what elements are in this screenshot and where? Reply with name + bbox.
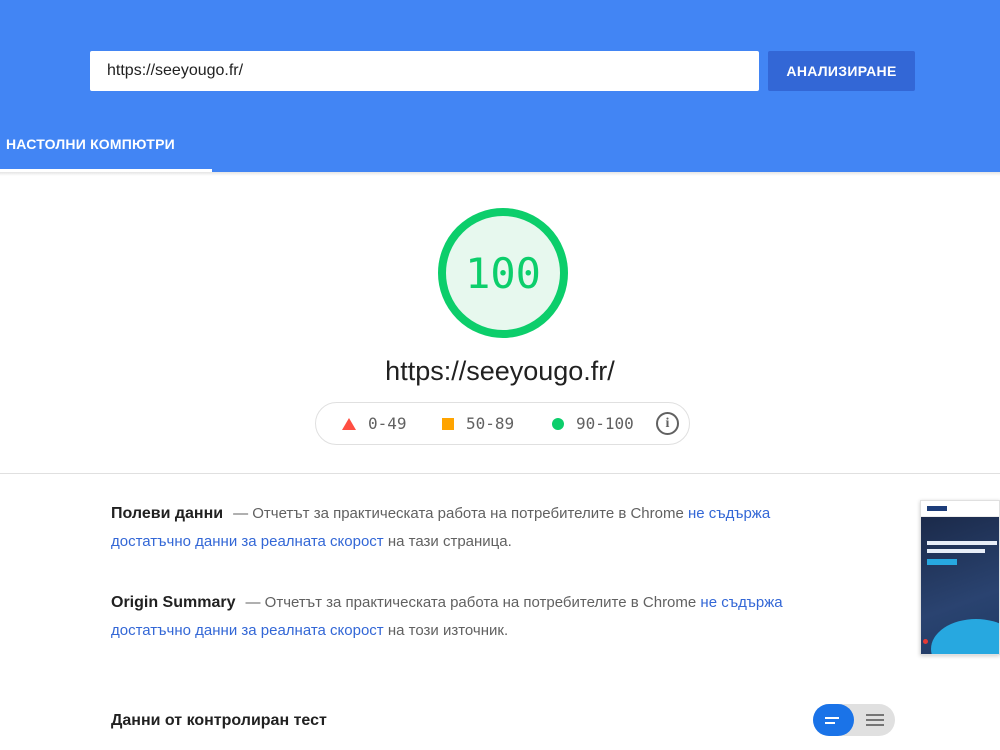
thumbnail-heading-line xyxy=(927,549,985,553)
field-data-text: — Отчетът за практическата работа на пот… xyxy=(233,505,688,522)
legend-item-average: 50-89 xyxy=(442,403,514,444)
field-data-title: Полеви данни xyxy=(111,505,224,522)
analyze-button[interactable]: АНАЛИЗИРАНЕ xyxy=(768,51,915,91)
origin-summary-text-end: на този източник. xyxy=(383,622,509,639)
legend-item-fail: 0-49 xyxy=(342,403,407,444)
lab-data-title: Данни от контролиран тест xyxy=(111,712,327,729)
tested-url: https://seeyougo.fr/ xyxy=(385,356,615,386)
compact-view-icon[interactable] xyxy=(813,704,854,736)
legend-label-average: 50-89 xyxy=(466,414,515,433)
list-view-icon[interactable] xyxy=(854,704,895,736)
origin-summary-title: Origin Summary xyxy=(111,594,236,611)
view-toggle xyxy=(813,704,895,736)
tab-desktop-label: НАСТОЛНИ КОМПЮТРИ xyxy=(6,136,175,152)
thumbnail-accent xyxy=(923,639,928,644)
thumbnail-heading xyxy=(927,541,997,545)
section-divider xyxy=(0,473,1000,474)
thumbnail-logo xyxy=(927,506,947,511)
header-bar: АНАЛИЗИРАНЕ НАСТОЛНИ КОМПЮТРИ xyxy=(0,0,1000,172)
legend-label-pass: 90-100 xyxy=(576,414,634,433)
field-data-text-end: на тази страница. xyxy=(383,533,512,550)
origin-summary-section: Origin Summary — Отчетът за практическата… xyxy=(111,589,841,645)
thumbnail-cta xyxy=(927,559,957,565)
score-legend: 0-49 50-89 90-100 i xyxy=(315,402,690,445)
square-icon xyxy=(442,417,454,430)
legend-label-fail: 0-49 xyxy=(368,414,407,433)
origin-summary-text: — Отчетът за практическата работа на пот… xyxy=(245,594,701,611)
page-screenshot-thumbnail xyxy=(920,500,1000,655)
header-shadow xyxy=(0,172,1000,176)
performance-score: 100 xyxy=(465,248,541,298)
tab-desktop[interactable]: НАСТОЛНИ КОМПЮТРИ xyxy=(0,118,212,172)
legend-item-pass: 90-100 xyxy=(552,403,634,444)
url-input[interactable] xyxy=(90,51,759,91)
info-icon[interactable]: i xyxy=(656,412,679,435)
circle-icon xyxy=(552,417,564,430)
field-data-section: Полеви данни — Отчетът за практическата р… xyxy=(111,500,841,556)
triangle-icon xyxy=(342,417,356,430)
